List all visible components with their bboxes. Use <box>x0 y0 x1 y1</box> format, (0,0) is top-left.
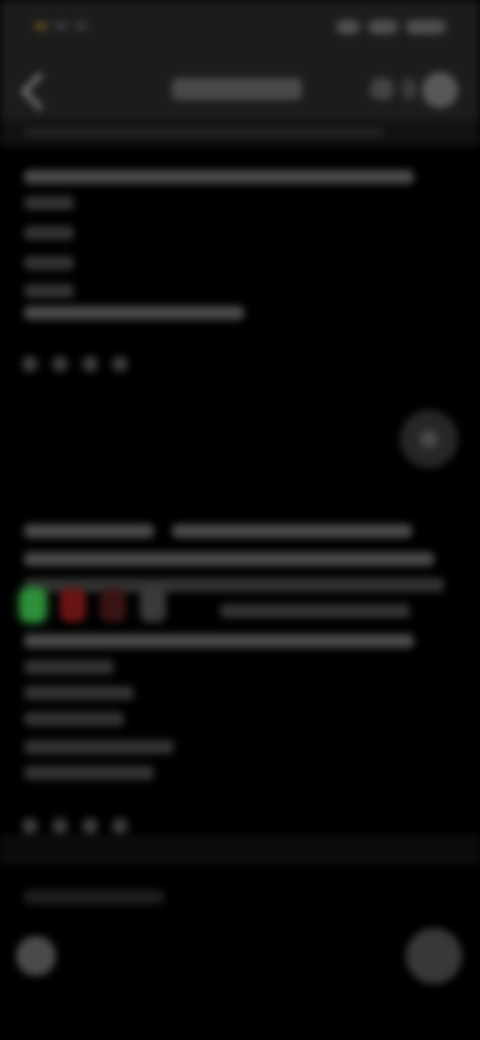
emoji-icon <box>140 588 166 622</box>
subheader-text <box>24 128 384 136</box>
notification-icon <box>34 22 48 30</box>
arrow-up-icon <box>420 430 438 448</box>
post-text-line <box>172 524 412 538</box>
page-title <box>172 78 302 100</box>
comment-icon[interactable] <box>52 356 68 372</box>
post-reactions <box>22 818 128 834</box>
post-text-line <box>24 284 74 298</box>
save-icon[interactable] <box>112 356 128 372</box>
green-emoji-icon <box>20 588 46 622</box>
back-arrow-icon[interactable] <box>20 72 59 111</box>
more-icon[interactable] <box>402 78 416 100</box>
wifi-icon <box>368 20 398 34</box>
share-icon[interactable] <box>82 818 98 834</box>
subheader-strip <box>0 120 480 146</box>
comment-icon[interactable] <box>52 818 68 834</box>
like-icon[interactable] <box>22 818 38 834</box>
red-emoji-icon <box>100 588 126 622</box>
post-reactions <box>22 356 128 372</box>
screen <box>0 0 480 1040</box>
post-text-line <box>24 256 74 270</box>
menu-icon[interactable] <box>16 936 56 976</box>
divider <box>0 835 480 865</box>
post-text-line <box>24 170 414 184</box>
battery-icon <box>406 20 446 34</box>
post-text-line <box>24 740 174 754</box>
app-header <box>0 60 480 120</box>
red-emoji-icon <box>60 588 86 622</box>
status-bar <box>0 0 480 60</box>
post-text-line <box>24 660 114 674</box>
post-text-line <box>24 196 74 210</box>
signal-icon <box>336 20 360 34</box>
post-text-line <box>24 552 434 566</box>
like-icon[interactable] <box>22 356 38 372</box>
notification-icon <box>74 22 88 30</box>
post-text-line <box>24 766 154 780</box>
scroll-up-button[interactable] <box>400 410 458 468</box>
avatar[interactable] <box>422 72 458 108</box>
post-text-line <box>24 634 414 648</box>
post-text-line <box>24 226 74 240</box>
post-text-line <box>24 524 154 538</box>
status-left <box>34 22 88 30</box>
post-text-line <box>24 686 134 700</box>
more-icon[interactable] <box>370 78 394 100</box>
post-text-line <box>24 890 164 904</box>
post-text-line <box>220 604 410 618</box>
compose-button[interactable] <box>406 928 462 984</box>
share-icon[interactable] <box>82 356 98 372</box>
notification-icon <box>54 22 68 30</box>
emoji-row <box>20 588 166 622</box>
post-text-line <box>24 712 124 726</box>
status-right <box>336 20 446 34</box>
post-text-line <box>24 306 244 320</box>
save-icon[interactable] <box>112 818 128 834</box>
